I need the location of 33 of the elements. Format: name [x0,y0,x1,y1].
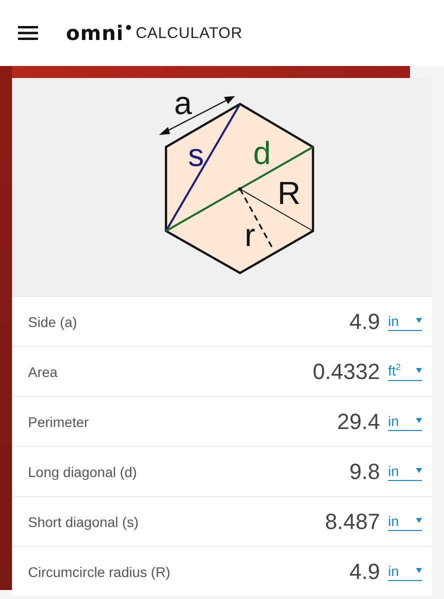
unit-dropdown[interactable]: in [388,462,422,480]
unit-dropdown[interactable]: ft$^{2}$ [388,362,422,381]
unit-dropdown[interactable]: in [388,562,422,580]
diagram-label: d [253,135,271,171]
field-label: Circumcircle radius (R) [28,564,172,580]
diagram-label: R [277,175,301,211]
caret-icon [416,318,422,323]
field-label: Perimeter [28,414,90,430]
field-label: Area [28,364,59,380]
unit-dropdown[interactable]: in [388,512,422,530]
logo-text[interactable]: CALCULATOR [136,25,242,43]
diagram-label: r [244,217,256,253]
field-label: Short diagonal (s) [28,514,140,530]
caret-icon [416,468,422,473]
field-label: Long diagonal (d) [28,464,138,480]
menu-icon[interactable] [18,26,38,40]
value-field[interactable]: 8.487 [280,508,380,534]
value-field[interactable]: 9.8 [280,458,380,484]
caret-icon [416,518,422,523]
diagram-label: a [174,85,192,121]
caret-icon [416,568,422,573]
caret-icon [416,418,422,423]
diagram-label: s [188,137,204,173]
caret-icon [416,368,422,373]
logo-word[interactable]: omni [66,23,124,43]
value-field[interactable]: 0.4332 [280,358,380,384]
unit-dropdown[interactable]: in [388,412,422,430]
value-field[interactable]: 29.4 [280,408,380,434]
unit-dropdown[interactable]: in [388,312,422,330]
value-field[interactable]: 4.9 [280,558,380,584]
field-label: Side (a) [28,314,78,330]
value-field[interactable]: 4.9 [280,308,380,334]
dot-icon [126,25,131,30]
